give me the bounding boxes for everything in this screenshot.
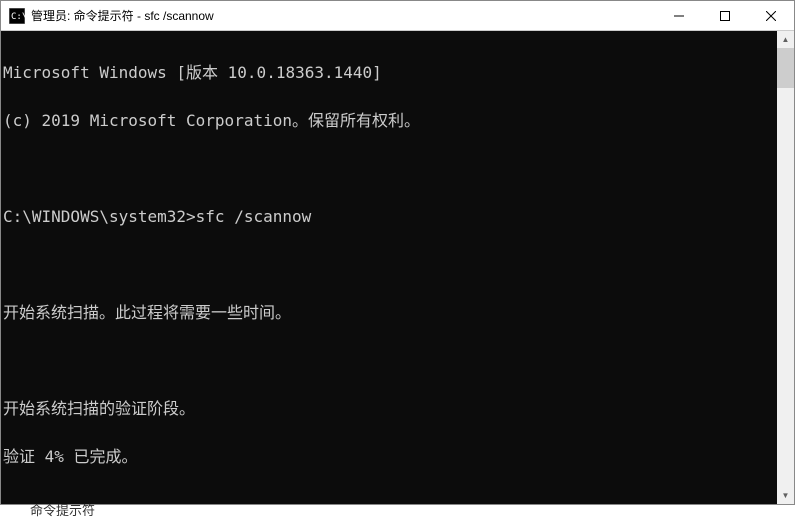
maximize-button[interactable] (702, 1, 748, 31)
cmd-icon: C:\ (9, 8, 25, 24)
vertical-scrollbar[interactable]: ▲ ▼ (777, 31, 794, 504)
background-text-fragment: 命令提示符 (30, 500, 95, 519)
terminal-line: 验证 4% 已完成。 (3, 449, 777, 465)
svg-text:C:\: C:\ (11, 12, 25, 22)
command-prompt-window: C:\ 管理员: 命令提示符 - sfc /scannow Microsoft … (0, 0, 795, 505)
terminal-output[interactable]: Microsoft Windows [版本 10.0.18363.1440] (… (1, 31, 777, 504)
terminal-line: C:\WINDOWS\system32>sfc /scannow (3, 209, 777, 225)
terminal-line (3, 257, 777, 273)
scrollbar-thumb[interactable] (777, 48, 794, 88)
minimize-button[interactable] (656, 1, 702, 31)
terminal-line: (c) 2019 Microsoft Corporation。保留所有权利。 (3, 113, 777, 129)
terminal-area: Microsoft Windows [版本 10.0.18363.1440] (… (1, 31, 794, 504)
scroll-up-arrow-icon[interactable]: ▲ (777, 31, 794, 48)
terminal-line (3, 353, 777, 369)
close-button[interactable] (748, 1, 794, 31)
terminal-line: Microsoft Windows [版本 10.0.18363.1440] (3, 65, 777, 81)
titlebar[interactable]: C:\ 管理员: 命令提示符 - sfc /scannow (1, 1, 794, 31)
window-title: 管理员: 命令提示符 - sfc /scannow (31, 7, 656, 24)
terminal-line: 开始系统扫描。此过程将需要一些时间。 (3, 305, 777, 321)
terminal-line (3, 161, 777, 177)
terminal-line: 开始系统扫描的验证阶段。 (3, 401, 777, 417)
scroll-down-arrow-icon[interactable]: ▼ (777, 487, 794, 504)
window-controls (656, 1, 794, 30)
